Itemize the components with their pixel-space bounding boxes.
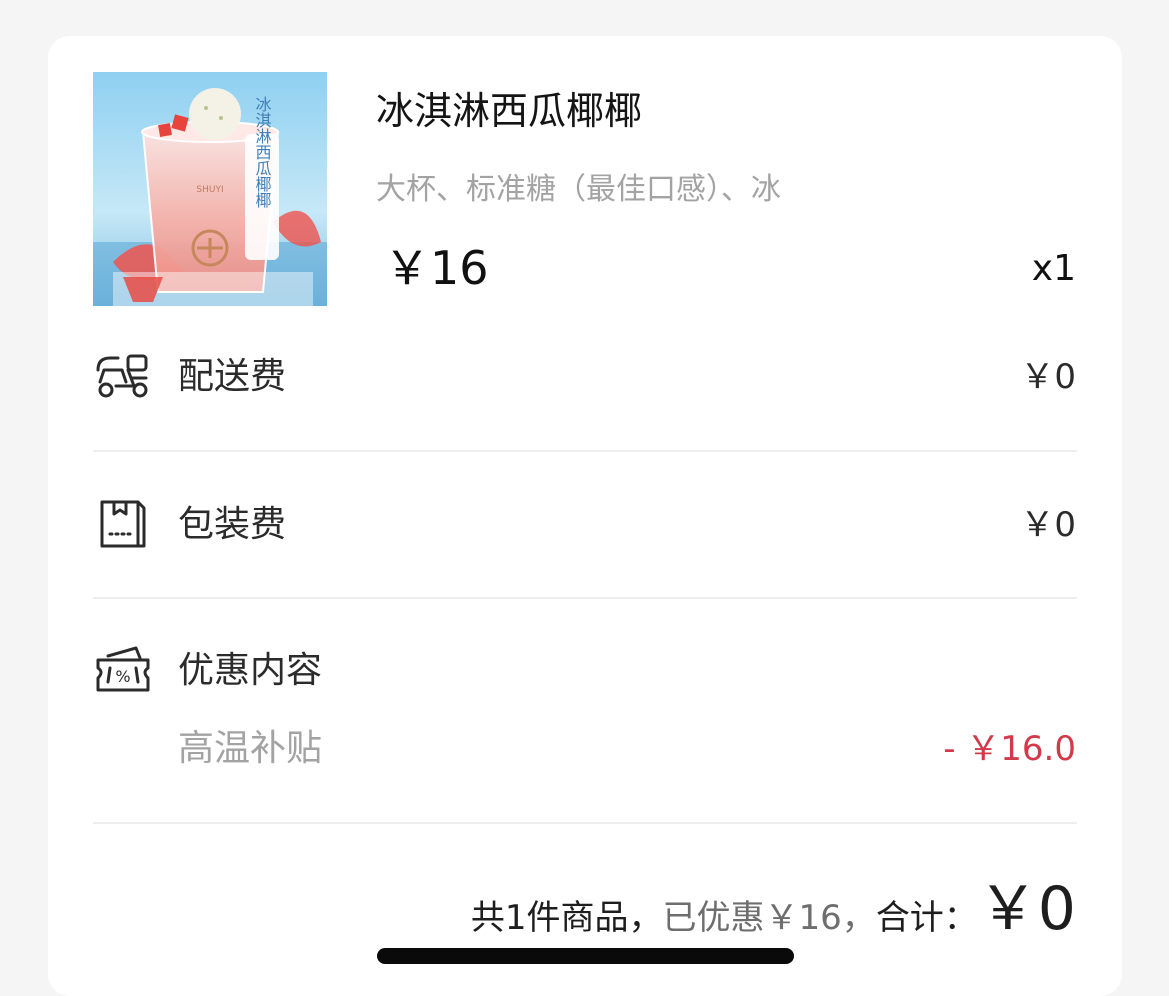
package-bag-icon xyxy=(94,496,152,554)
svg-text:冰淇淋西瓜椰椰: 冰淇淋西瓜椰椰 xyxy=(253,96,272,208)
order-summary: 共1件商品，已优惠￥16，合计：￥0 xyxy=(471,874,1076,959)
scooter-icon xyxy=(94,348,152,406)
packaging-fee-label: 包装费 xyxy=(178,504,287,545)
product-image[interactable]: SHUYI 冰淇淋西瓜椰椰 xyxy=(93,72,327,306)
discount-section-label: 优惠内容 xyxy=(178,650,323,691)
item-count: 共1件商品， xyxy=(470,898,663,938)
discount-item-value: - ￥16.0 xyxy=(943,729,1076,769)
product-quantity: x1 xyxy=(1031,248,1076,289)
delivery-fee-value: ￥0 xyxy=(1020,357,1076,397)
product-price: ￥16 xyxy=(384,241,489,295)
home-indicator[interactable] xyxy=(377,948,794,964)
discount-amount: 已优惠￥16， xyxy=(662,898,876,938)
product-name: 冰淇淋西瓜椰椰 xyxy=(376,89,643,133)
coupon-icon: % xyxy=(94,642,152,700)
order-card: SHUYI 冰淇淋西瓜椰椰 冰淇淋西瓜椰椰 大杯、标准糖（最佳口感）、冰 ￥16… xyxy=(48,36,1122,996)
svg-text:SHUYI: SHUYI xyxy=(196,185,223,195)
divider xyxy=(93,597,1077,599)
total-label: 合计： xyxy=(875,898,978,938)
delivery-fee-label: 配送费 xyxy=(178,356,287,397)
discount-item-label: 高温补贴 xyxy=(178,728,323,769)
drink-illustration: SHUYI 冰淇淋西瓜椰椰 xyxy=(93,72,327,306)
divider xyxy=(93,450,1077,452)
divider xyxy=(93,822,1077,824)
packaging-fee-value: ￥0 xyxy=(1020,505,1076,545)
total-amount: ￥0 xyxy=(977,874,1076,944)
svg-text:%: % xyxy=(115,667,130,686)
product-spec: 大杯、标准糖（最佳口感）、冰 xyxy=(376,172,781,207)
